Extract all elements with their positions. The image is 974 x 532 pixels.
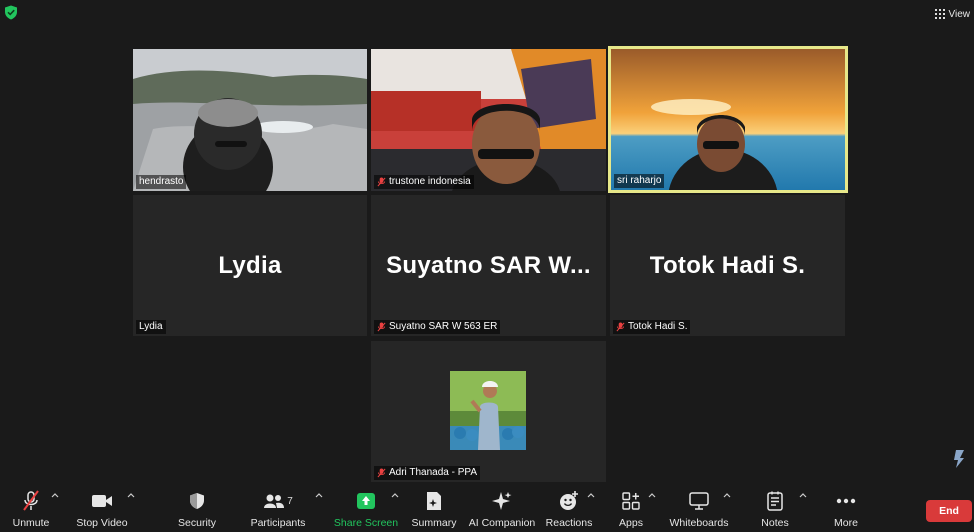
whiteboards-button[interactable]: Whiteboards: [668, 484, 730, 532]
grid-view-icon: [934, 9, 945, 19]
participant-display-name: Lydia: [218, 251, 282, 279]
muted-mic-icon: [377, 177, 386, 187]
video-options-chevron-up-icon[interactable]: [127, 492, 135, 498]
muted-mic-icon: [616, 322, 625, 332]
video-tile-hendrasto[interactable]: hendrasto: [133, 49, 367, 191]
floating-panel-icon[interactable]: [952, 448, 968, 470]
view-label: View: [948, 8, 971, 20]
participant-name-label: sri raharjo: [614, 174, 665, 188]
video-tile-adri-thanada[interactable]: Adri Thanada - PPA: [371, 341, 606, 482]
more-button[interactable]: More: [828, 484, 864, 532]
participant-count: 7: [287, 495, 293, 507]
smiley-plus-icon: [560, 491, 578, 510]
share-screen-button[interactable]: Share Screen: [334, 484, 398, 532]
shield-icon: [190, 493, 204, 509]
apps-button[interactable]: Apps: [616, 484, 646, 532]
reactions-button[interactable]: Reactions: [546, 484, 592, 532]
notes-options-chevron-up-icon[interactable]: [799, 492, 807, 498]
security-shield-icon[interactable]: [4, 5, 18, 20]
participants-button[interactable]: 7 Participants: [248, 484, 308, 532]
muted-microphone-icon: [23, 490, 39, 511]
stop-video-button[interactable]: Stop Video: [74, 484, 130, 532]
ai-sparkle-icon: [492, 492, 512, 510]
participants-icon: [264, 494, 285, 508]
video-camera-icon: [92, 495, 112, 507]
audio-options-chevron-up-icon[interactable]: [51, 492, 59, 498]
view-button[interactable]: View: [934, 6, 971, 22]
participant-display-name: Totok Hadi S.: [649, 251, 806, 279]
participant-name-label: Totok Hadi S.: [613, 320, 691, 334]
share-options-chevron-up-icon[interactable]: [391, 492, 399, 498]
security-button[interactable]: Security: [172, 484, 222, 532]
summary-document-icon: [427, 492, 441, 510]
crater-landscape-video: [133, 49, 367, 191]
reactions-options-chevron-up-icon[interactable]: [587, 492, 595, 498]
participant-name-label: Suyatno SAR W 563 ER: [374, 320, 501, 334]
ai-companion-button[interactable]: AI Companion: [469, 484, 535, 532]
muted-mic-icon: [377, 468, 386, 478]
end-meeting-button[interactable]: End: [926, 500, 972, 522]
notes-icon: [767, 491, 783, 511]
participant-display-name: Suyatno SAR W...: [386, 251, 591, 279]
participant-name-label: Lydia: [136, 320, 166, 334]
video-tile-suyatno[interactable]: Suyatno SAR W... Suyatno SAR W 563 ER: [371, 195, 606, 336]
participant-name-label: trustone indonesia: [374, 175, 474, 189]
whiteboard-icon: [689, 492, 709, 510]
profile-picture: [450, 371, 526, 450]
unmute-button[interactable]: Unmute: [7, 484, 55, 532]
meeting-toolbar: Unmute Stop Video Security 7 Participant…: [0, 484, 974, 532]
video-tile-sri-raharjo[interactable]: sri raharjo: [608, 46, 848, 193]
apps-options-chevron-up-icon[interactable]: [648, 492, 656, 498]
muted-mic-icon: [377, 322, 386, 332]
summary-button[interactable]: Summary: [410, 484, 458, 532]
notes-button[interactable]: Notes: [757, 484, 793, 532]
sunset-background-video: [611, 49, 845, 190]
banner-background-video: [371, 49, 606, 191]
participant-name-label: hendrasto: [136, 175, 187, 189]
participants-options-chevron-up-icon[interactable]: [315, 492, 323, 498]
video-tile-trustone-indonesia[interactable]: trustone indonesia: [371, 49, 606, 191]
ellipsis-icon: [836, 498, 856, 504]
apps-icon: [622, 492, 640, 510]
whiteboards-options-chevron-up-icon[interactable]: [723, 492, 731, 498]
video-tile-lydia[interactable]: Lydia Lydia: [133, 195, 367, 336]
share-screen-icon: [357, 493, 375, 509]
video-tile-totok-hadi[interactable]: Totok Hadi S. Totok Hadi S.: [610, 195, 845, 336]
participant-name-label: Adri Thanada - PPA: [374, 466, 481, 480]
